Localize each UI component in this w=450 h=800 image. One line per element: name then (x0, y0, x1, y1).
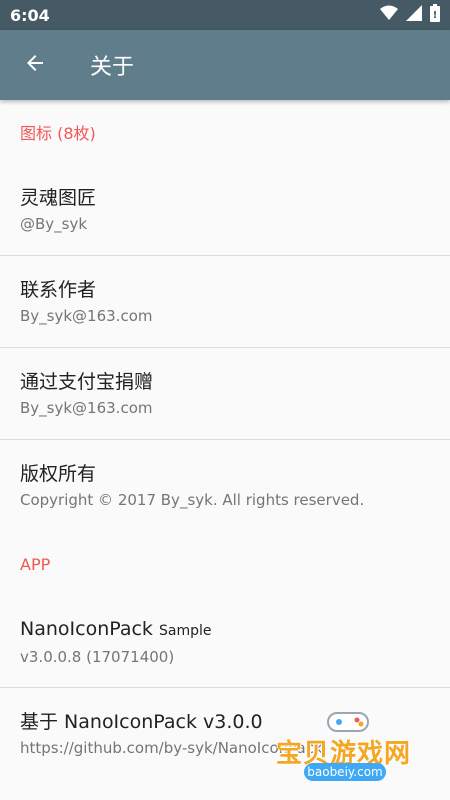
list-item-app-version[interactable]: NanoIconPack Sample v3.0.0.8 (17071400) (0, 596, 450, 688)
signal-icon (406, 5, 422, 25)
back-button[interactable] (0, 30, 70, 100)
section-header-app: APP (20, 554, 51, 574)
app-name: NanoIconPack (20, 617, 153, 640)
list-item-icon-author[interactable]: 灵魂图匠 @By_syk (0, 164, 450, 256)
item-subtitle: @By_syk (20, 214, 88, 233)
watermark-url: baobeiy.com (304, 763, 386, 781)
svg-text:!: ! (433, 10, 438, 21)
item-title: 灵魂图匠 (20, 186, 97, 209)
page-title: 关于 (90, 55, 135, 80)
watermark: 宝贝游戏网 baobeiy.com (270, 705, 430, 795)
status-bar: 6:04 ! (0, 0, 450, 30)
item-subtitle: Copyright © 2017 By_syk. All rights rese… (20, 491, 365, 509)
list-item-copyright[interactable]: 版权所有 Copyright © 2017 By_syk. All rights… (0, 440, 450, 532)
item-title: 联系作者 (20, 278, 97, 301)
status-icons: ! (380, 4, 440, 26)
battery-icon: ! (430, 4, 440, 26)
item-title: NanoIconPack Sample (20, 616, 450, 644)
list-item-contact-author[interactable]: 联系作者 By_syk@163.com (0, 256, 450, 348)
list-item-donate-alipay[interactable]: 通过支付宝捐赠 By_syk@163.com (0, 348, 450, 440)
item-subtitle: v3.0.0.8 (17071400) (20, 647, 175, 666)
item-subtitle: By_syk@163.com (20, 398, 153, 417)
app-name-suffix: Sample (158, 622, 212, 639)
wifi-icon (380, 5, 398, 25)
item-title: 通过支付宝捐赠 (20, 370, 154, 393)
item-subtitle: By_syk@163.com (20, 306, 153, 325)
item-title: 版权所有 (20, 463, 97, 485)
app-bar: 关于 (0, 30, 450, 100)
status-time: 6:04 (10, 5, 50, 25)
section-header-icons: 图标 (8枚) (20, 124, 96, 143)
about-list: 图标 (8枚) 灵魂图匠 @By_syk 联系作者 By_syk@163.com… (0, 100, 450, 800)
arrow-left-icon (23, 51, 47, 79)
